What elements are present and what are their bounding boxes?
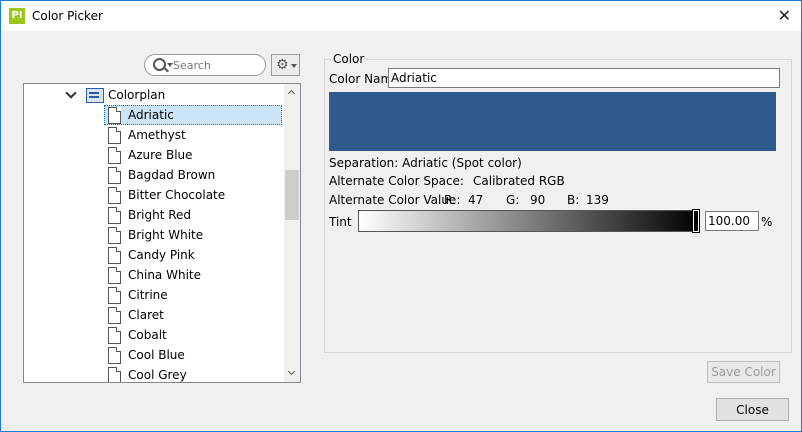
scroll-down-arrow-icon[interactable]: [284, 366, 300, 382]
tree-item[interactable]: Citrine: [24, 285, 284, 305]
tree-item-label: Bright White: [128, 228, 204, 242]
color-swatch-doc-icon: [108, 267, 121, 284]
color-swatch-doc-icon: [108, 107, 121, 124]
tree-item-label: Cobalt: [128, 328, 167, 342]
tint-percent-unit: %: [761, 215, 773, 229]
color-swatch-doc-icon: [108, 127, 121, 144]
scroll-up-arrow-icon[interactable]: [284, 84, 300, 100]
tree-item[interactable]: Bright White: [24, 225, 284, 245]
tree-item[interactable]: Bitter Chocolate: [24, 185, 284, 205]
tree-item-label: Candy Pink: [128, 248, 195, 262]
tree-item[interactable]: Cool Blue: [24, 345, 284, 365]
r-label: R:: [444, 193, 457, 207]
tint-label: Tint: [329, 215, 352, 229]
color-library-icon: [86, 88, 104, 103]
alternate-color-space-label: Alternate Color Space:: [329, 174, 464, 188]
tree-item-label: Cool Grey: [128, 368, 187, 382]
close-window-icon[interactable]: ✕: [778, 6, 791, 26]
tree-item[interactable]: China White: [24, 265, 284, 285]
color-name-field[interactable]: [388, 68, 780, 88]
color-swatch-doc-icon: [108, 187, 121, 204]
alternate-color-value-label: Alternate Color Value:: [329, 193, 461, 207]
gear-icon: ⚙: [276, 57, 289, 73]
scroll-thumb[interactable]: [285, 170, 299, 220]
r-value: 47: [468, 193, 484, 207]
tree-item[interactable]: Bright Red: [24, 205, 284, 225]
search-input[interactable]: [173, 57, 259, 73]
tree-item[interactable]: Cobalt: [24, 325, 284, 345]
tree-group-row[interactable]: Colorplan: [24, 85, 284, 105]
g-label: G:: [506, 193, 520, 207]
tree-item-label: Amethyst: [128, 128, 186, 142]
tint-value-field[interactable]: [705, 211, 759, 231]
tint-slider[interactable]: [358, 209, 700, 233]
close-button[interactable]: Close: [716, 398, 789, 421]
tree-item[interactable]: Bagdad Brown: [24, 165, 284, 185]
color-swatch-doc-icon: [108, 167, 121, 184]
color-swatch-doc-icon: [108, 147, 121, 164]
tree-item-label: Adriatic: [128, 108, 174, 122]
color-swatch-doc-icon: [108, 227, 121, 244]
window-title: Color Picker: [32, 9, 103, 23]
tree-item[interactable]: Claret: [24, 305, 284, 325]
color-swatch-doc-icon: [108, 307, 121, 324]
tint-slider-handle[interactable]: [692, 209, 700, 233]
b-label: B:: [567, 193, 580, 207]
tree-item-label: China White: [128, 268, 201, 282]
tree-item-label: Claret: [128, 308, 164, 322]
tree-item[interactable]: Cool Grey: [24, 365, 284, 382]
tree-item-label: Bright Red: [128, 208, 192, 222]
tree-item-label: Bitter Chocolate: [128, 188, 226, 202]
expand-chevron-icon[interactable]: [65, 87, 77, 99]
alternate-color-space-value: Calibrated RGB: [473, 174, 565, 188]
color-swatch: [329, 92, 776, 151]
save-color-button[interactable]: Save Color: [707, 361, 780, 383]
tree-item-label: Citrine: [128, 288, 168, 302]
tree-item[interactable]: Candy Pink: [24, 245, 284, 265]
color-swatch-doc-icon: [108, 347, 121, 364]
color-swatch-doc-icon: [108, 327, 121, 344]
tree-item-label: Bagdad Brown: [128, 168, 216, 182]
color-group-title: Color: [331, 52, 367, 66]
tree-vertical-scrollbar[interactable]: [284, 84, 300, 382]
tree-item[interactable]: Azure Blue: [24, 145, 284, 165]
chevron-down-icon: [291, 64, 297, 68]
b-value: 139: [586, 193, 609, 207]
app-icon: PI: [9, 8, 25, 24]
color-tree[interactable]: Colorplan Adriatic Amethyst Azure Blue Bagda…: [23, 83, 301, 383]
search-box[interactable]: [144, 54, 266, 76]
color-picker-window: PI Color Picker ✕ ⚙ Colorplan Adriatic Ame…: [0, 0, 802, 432]
tree-group-label: Colorplan: [108, 88, 166, 102]
tree-item[interactable]: Adriatic: [24, 105, 284, 125]
color-swatch-doc-icon: [108, 367, 121, 382]
color-swatch-doc-icon: [108, 287, 121, 304]
separation-text: Separation: Adriatic (Spot color): [329, 156, 522, 170]
tree-item-label: Cool Blue: [128, 348, 185, 362]
tree-item[interactable]: Amethyst: [24, 125, 284, 145]
color-swatch-doc-icon: [108, 207, 121, 224]
settings-menu-button[interactable]: ⚙: [271, 54, 300, 76]
g-value: 90: [530, 193, 546, 207]
title-bar: PI Color Picker ✕: [1, 1, 801, 31]
search-icon: [153, 58, 166, 71]
tree-item-label: Azure Blue: [128, 148, 193, 162]
color-swatch-doc-icon: [108, 247, 121, 264]
